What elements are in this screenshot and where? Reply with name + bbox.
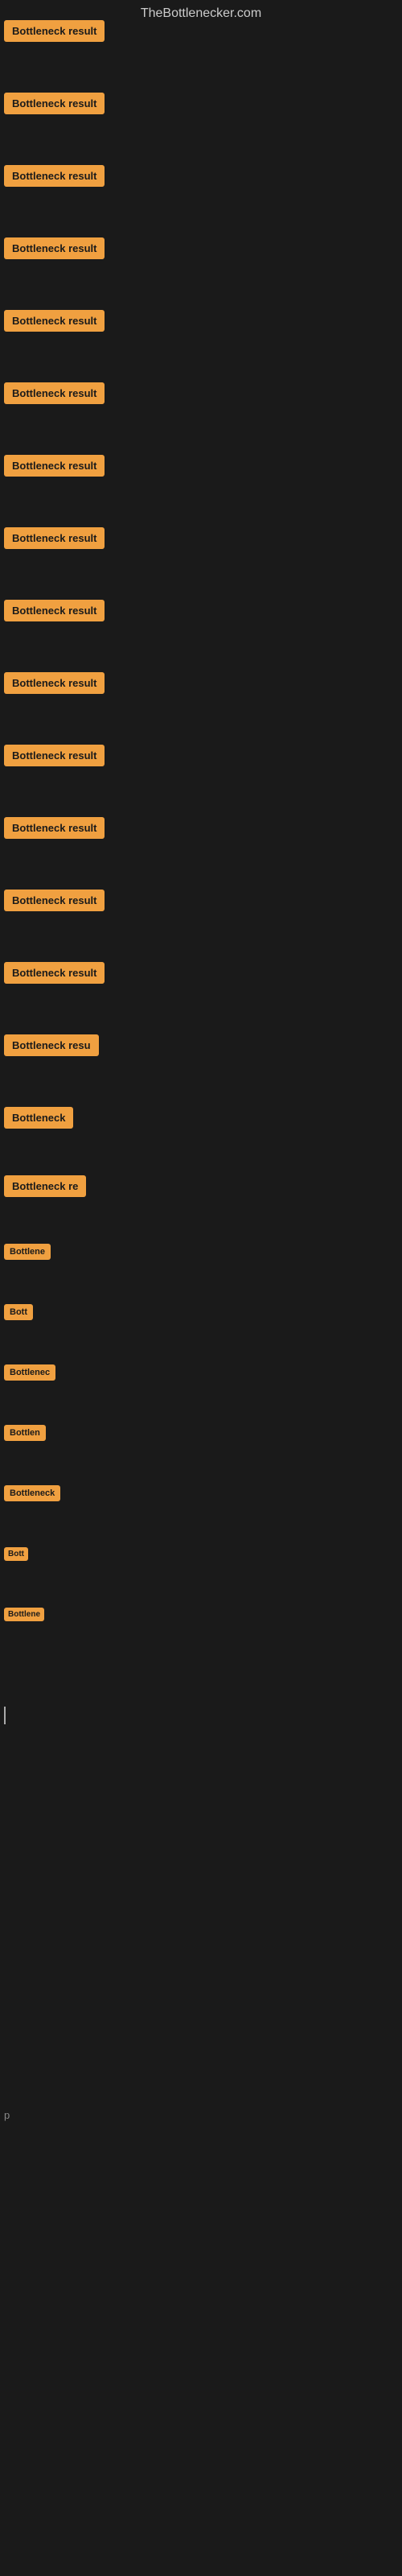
item-16[interactable]: Bottleneck: [4, 1111, 73, 1125]
item-10[interactable]: Bottleneck result: [4, 676, 105, 691]
item-1[interactable]: Bottleneck result: [4, 24, 105, 39]
bottleneck-badge-24: Bottlene: [4, 1608, 44, 1621]
bottleneck-badge-1: Bottleneck result: [4, 20, 105, 42]
bottleneck-badge-13: Bottleneck result: [4, 890, 105, 911]
bottleneck-badge-3: Bottleneck result: [4, 165, 105, 187]
item-12[interactable]: Bottleneck result: [4, 821, 105, 836]
bottleneck-badge-16: Bottleneck: [4, 1107, 73, 1129]
bottleneck-badge-2: Bottleneck result: [4, 93, 105, 114]
bottleneck-badge-23: Bott: [4, 1547, 28, 1561]
item-11[interactable]: Bottleneck result: [4, 749, 105, 763]
item-21[interactable]: Bottlen: [4, 1425, 46, 1439]
item-22[interactable]: Bottleneck: [4, 1485, 60, 1500]
bottleneck-badge-10: Bottleneck result: [4, 672, 105, 694]
item-4[interactable]: Bottleneck result: [4, 242, 105, 256]
item-24[interactable]: Bottlene: [4, 1606, 44, 1620]
bottleneck-badge-6: Bottleneck result: [4, 382, 105, 404]
bottleneck-badge-5: Bottleneck result: [4, 310, 105, 332]
bottleneck-badge-20: Bottlenec: [4, 1364, 55, 1381]
bottleneck-badge-21: Bottlen: [4, 1425, 46, 1441]
bottom-p-label: p: [4, 2109, 10, 2121]
item-17[interactable]: Bottleneck re: [4, 1179, 86, 1194]
item-13[interactable]: Bottleneck result: [4, 894, 105, 908]
bottleneck-badge-9: Bottleneck result: [4, 600, 105, 621]
item-23[interactable]: Bott: [4, 1546, 28, 1560]
bottleneck-badge-12: Bottleneck result: [4, 817, 105, 839]
page-wrapper: TheBottlenecker.com Bottleneck result Bo…: [0, 0, 402, 2576]
bottleneck-badge-14: Bottleneck result: [4, 962, 105, 984]
bottleneck-badge-17: Bottleneck re: [4, 1175, 86, 1197]
item-9[interactable]: Bottleneck result: [4, 604, 105, 618]
bottleneck-badge-11: Bottleneck result: [4, 745, 105, 766]
bottleneck-badge-4: Bottleneck result: [4, 237, 105, 259]
item-2[interactable]: Bottleneck result: [4, 97, 105, 111]
item-6[interactable]: Bottleneck result: [4, 386, 105, 401]
bottleneck-badge-18: Bottlene: [4, 1244, 51, 1260]
bottleneck-badge-22: Bottleneck: [4, 1485, 60, 1501]
item-8[interactable]: Bottleneck result: [4, 531, 105, 546]
item-7[interactable]: Bottleneck result: [4, 459, 105, 473]
item-5[interactable]: Bottleneck result: [4, 314, 105, 328]
item-3[interactable]: Bottleneck result: [4, 169, 105, 184]
cursor-indicator: [4, 1707, 6, 1724]
item-20[interactable]: Bottlenec: [4, 1364, 55, 1379]
bottleneck-badge-8: Bottleneck result: [4, 527, 105, 549]
item-19[interactable]: Bott: [4, 1304, 33, 1319]
bottleneck-badge-19: Bott: [4, 1304, 33, 1320]
item-14[interactable]: Bottleneck result: [4, 966, 105, 980]
item-15[interactable]: Bottleneck resu: [4, 1038, 99, 1053]
bottleneck-badge-15: Bottleneck resu: [4, 1034, 99, 1056]
item-18[interactable]: Bottlene: [4, 1244, 51, 1258]
bottleneck-badge-7: Bottleneck result: [4, 455, 105, 477]
